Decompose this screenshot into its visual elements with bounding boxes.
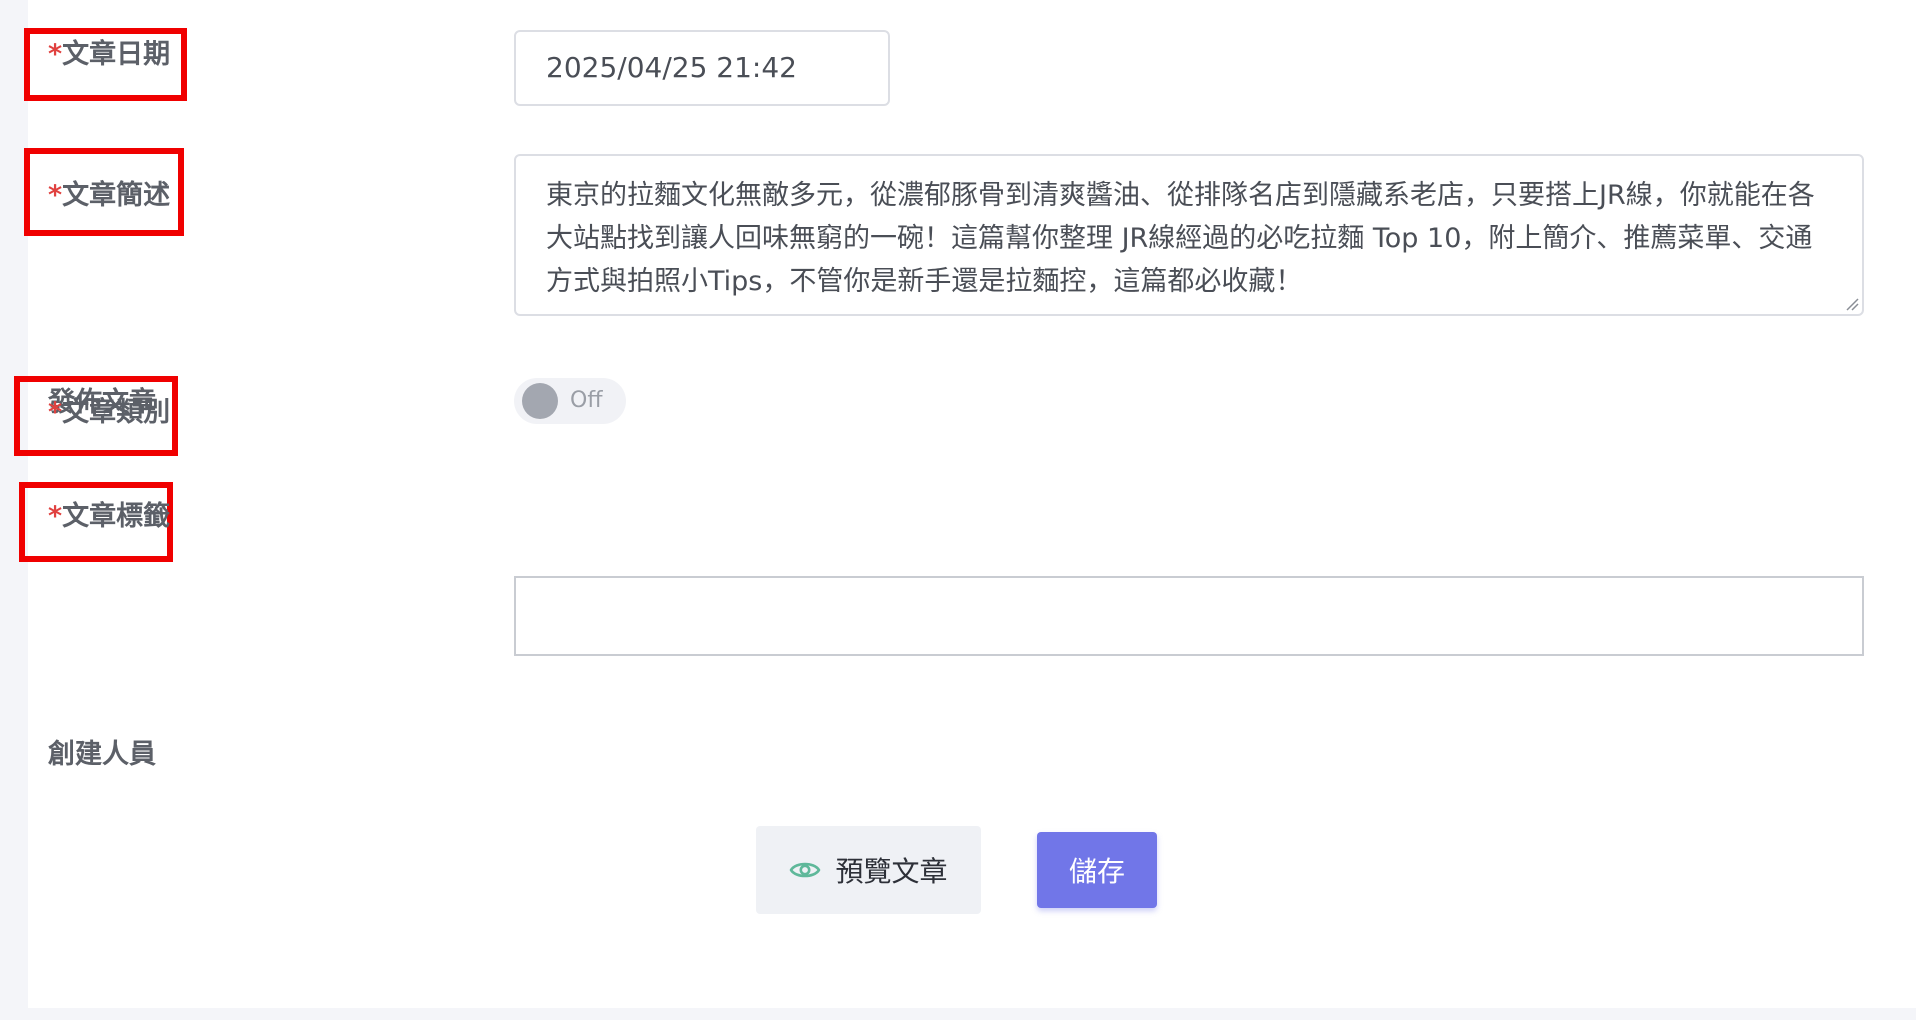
tags-label: *文章標籤 [48,501,171,532]
required-mark: * [48,39,63,70]
toggle-status-text: Off [570,388,603,413]
category-label: *文章類別 [48,397,171,428]
resize-grip-icon[interactable] [1845,297,1859,311]
creator-label: 創建人員 [48,739,156,770]
save-button[interactable]: 儲存 [1037,832,1157,908]
toggle-knob [522,383,558,419]
description-label: *文章簡述 [48,180,171,211]
eye-icon [790,862,821,878]
preview-button-label: 預覽文章 [835,855,948,888]
date-label: *文章日期 [48,39,171,70]
description-text: 東京的拉麵文化無敵多元，從濃郁豚骨到清爽醬油、從排隊名店到隱藏系老店，只要搭上J… [546,180,1815,297]
date-input[interactable]: 2025/04/25 21:42 [514,30,890,106]
required-mark: * [48,180,63,211]
required-mark: * [48,501,63,532]
publish-toggle[interactable]: Off [514,378,626,424]
tags-input[interactable] [514,576,1864,656]
description-textarea[interactable]: 東京的拉麵文化無敵多元，從濃郁豚骨到清爽醬油、從排隊名店到隱藏系老店，只要搭上J… [514,154,1864,316]
required-mark: * [48,397,63,428]
preview-article-button[interactable]: 預覽文章 [756,826,981,914]
